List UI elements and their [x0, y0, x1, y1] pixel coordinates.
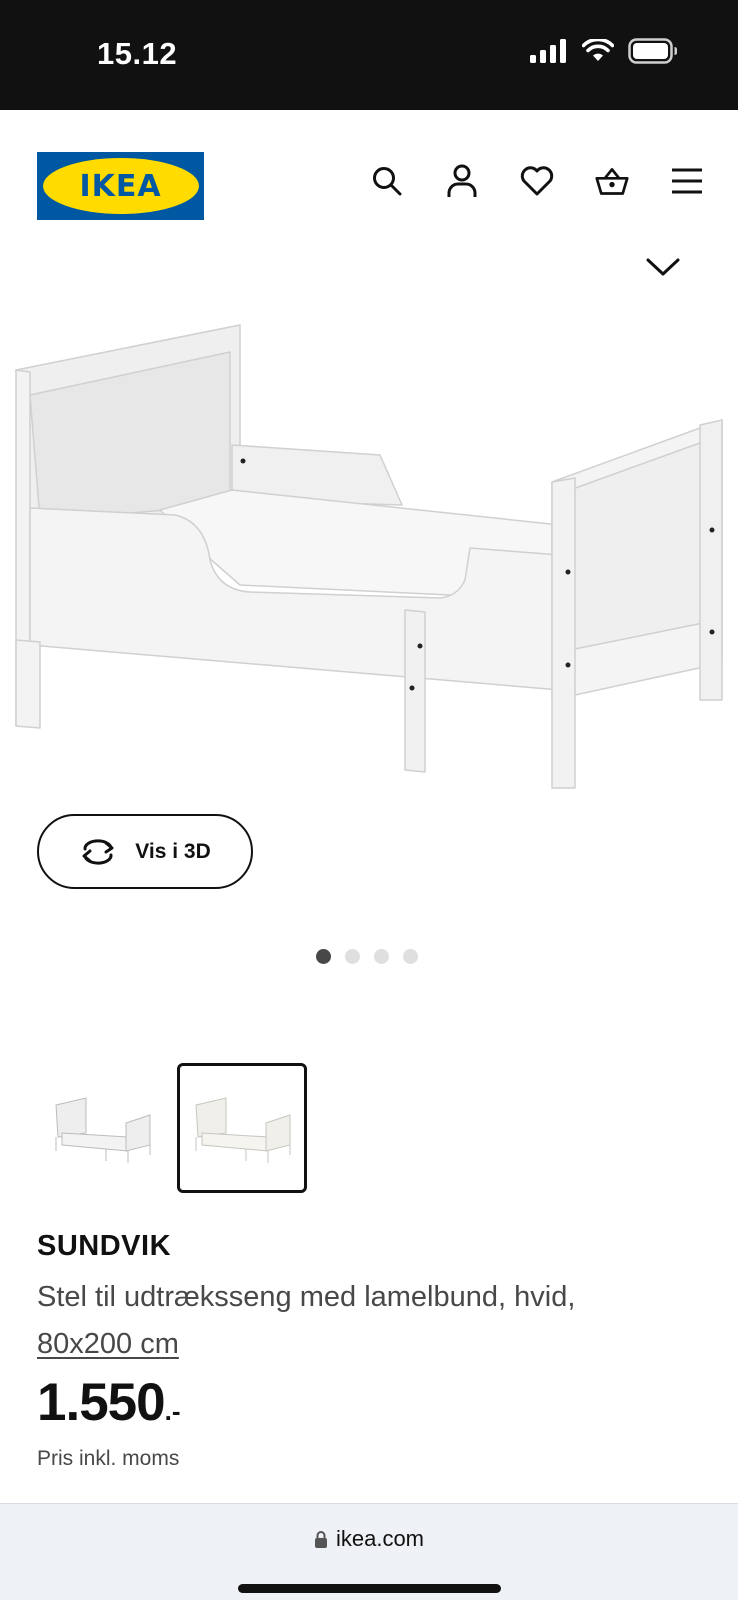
bed-thumbnail-image	[195, 1097, 291, 1163]
signal-icon	[530, 39, 566, 63]
chevron-down-icon[interactable]	[645, 252, 681, 282]
rotate-3d-icon	[82, 838, 114, 865]
favorites-icon[interactable]	[520, 164, 554, 198]
url-text: ikea.com	[335, 1526, 425, 1551]
gallery-pagination	[316, 949, 418, 964]
thumbnail-1[interactable]	[37, 1063, 167, 1193]
ikea-logo[interactable]: IKEA	[37, 152, 204, 220]
view-3d-button[interactable]: Vis i 3D	[37, 814, 253, 889]
price-suffix: .-	[164, 1396, 181, 1426]
product-description-text: Stel til udtræksseng med lamelbund, hvid…	[37, 1281, 576, 1313]
bed-thumbnail-image	[55, 1097, 151, 1163]
basket-icon[interactable]	[595, 164, 629, 198]
thumbnail-2[interactable]	[177, 1063, 307, 1193]
site-header: IKEA	[0, 110, 738, 245]
lock-icon	[314, 1531, 327, 1548]
price-value: 1.550	[37, 1373, 166, 1432]
menu-icon[interactable]	[670, 164, 704, 198]
browser-bar: ikea.com	[0, 1503, 738, 1600]
gallery-dot[interactable]	[403, 949, 418, 964]
product-price: 1.550 .-	[37, 1372, 181, 1433]
address-bar[interactable]: ikea.com	[0, 1526, 738, 1552]
logo-text: IKEA	[79, 168, 162, 204]
status-time: 15.12	[97, 36, 178, 71]
view-3d-label: Vis i 3D	[135, 839, 211, 863]
search-icon[interactable]	[370, 164, 404, 198]
gallery-dot[interactable]	[345, 949, 360, 964]
logo-oval: IKEA	[42, 158, 199, 214]
status-icons	[530, 38, 678, 64]
product-name: SUNDVIK	[37, 1230, 172, 1262]
product-size-link[interactable]: 80x200 cm	[37, 1328, 179, 1360]
price-note: Pris inkl. moms	[37, 1447, 180, 1470]
product-description: Stel til udtræksseng med lamelbund, hvid…	[37, 1274, 697, 1368]
product-image[interactable]	[0, 300, 738, 800]
gallery-dot[interactable]	[374, 949, 389, 964]
wifi-icon	[582, 39, 614, 61]
gallery-dot[interactable]	[316, 949, 331, 964]
account-icon[interactable]	[445, 164, 479, 198]
battery-icon	[628, 38, 677, 64]
header-nav	[370, 164, 704, 198]
status-bar: 15.12	[0, 0, 738, 110]
home-indicator[interactable]	[238, 1584, 501, 1593]
